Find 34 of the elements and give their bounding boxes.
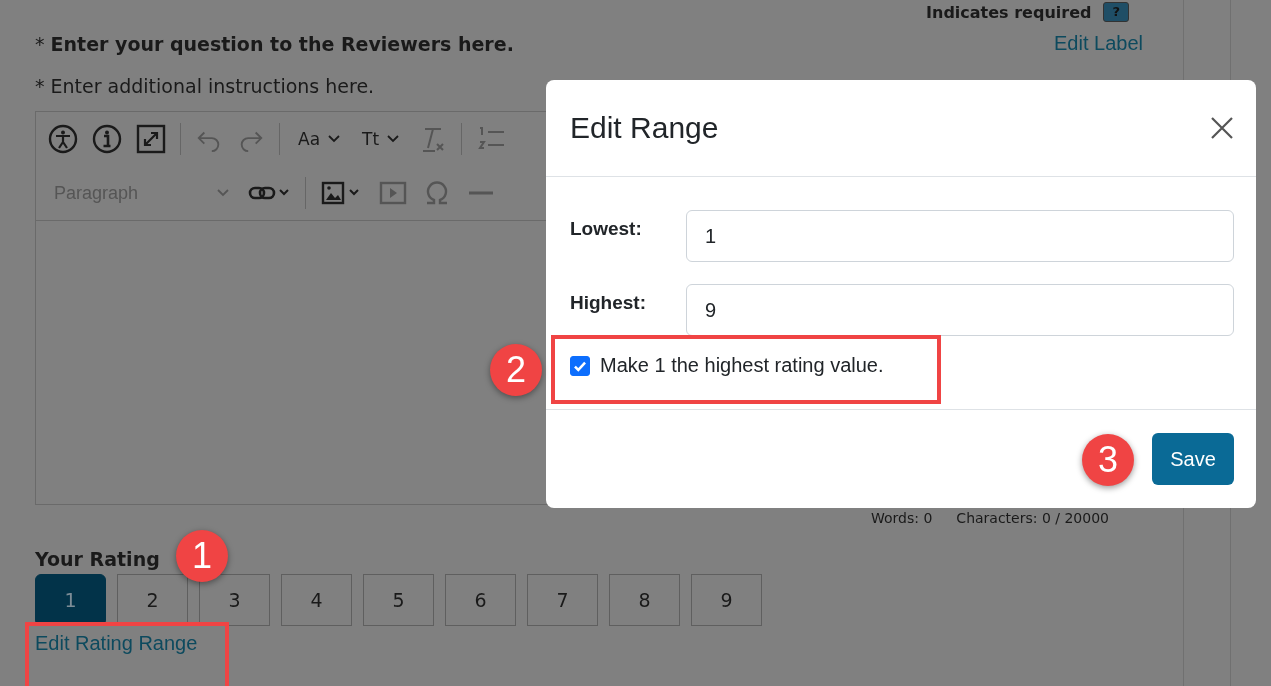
close-icon[interactable]	[1210, 116, 1234, 140]
character-count: Characters: 0 / 20000	[956, 510, 1109, 526]
caret-icon	[387, 135, 400, 143]
rating-option[interactable]: 9	[691, 574, 762, 626]
step-badge: 2	[490, 344, 542, 396]
edit-rating-range-link[interactable]: Edit Rating Range	[35, 632, 198, 654]
required-note: Indicates required	[926, 2, 1092, 22]
field-label: Highest:	[570, 291, 647, 314]
field-label: Lowest:	[570, 217, 643, 240]
accessibility-icon[interactable]	[48, 124, 78, 154]
dialog-title: Edit Range	[570, 111, 719, 145]
input-field[interactable]: 9	[686, 284, 1234, 336]
edit-label-link[interactable]: Edit Label	[1054, 32, 1143, 55]
rating-option[interactable]: 5	[363, 574, 434, 626]
caret-icon	[328, 135, 341, 143]
checkbox-label: Make 1 the highest rating value.	[600, 354, 884, 377]
rating-option[interactable]: 4	[281, 574, 352, 626]
instructions-label: * Enter additional instructions here.	[35, 75, 376, 97]
rating-option[interactable]: 3	[199, 574, 270, 626]
rating-option[interactable]: 8	[609, 574, 680, 626]
fullscreen-icon[interactable]	[136, 124, 166, 154]
checkbox[interactable]	[570, 355, 590, 376]
question-label: *Enter your question to the Reviewers here.	[35, 32, 514, 55]
info-icon[interactable]	[92, 124, 122, 154]
step-badge: 1	[176, 530, 228, 582]
save-button[interactable]: Save	[1152, 433, 1234, 485]
rating-option[interactable]: 7	[527, 574, 598, 626]
rating-label: Your Rating	[35, 548, 160, 570]
font-family-button[interactable]: Aa	[294, 129, 345, 149]
caret-icon	[217, 189, 229, 197]
rating-option[interactable]: 6	[445, 574, 516, 626]
font-size-button[interactable]: Tt	[358, 129, 404, 149]
input-field[interactable]: 1	[686, 210, 1234, 262]
word-count: Words: 0	[871, 510, 933, 526]
